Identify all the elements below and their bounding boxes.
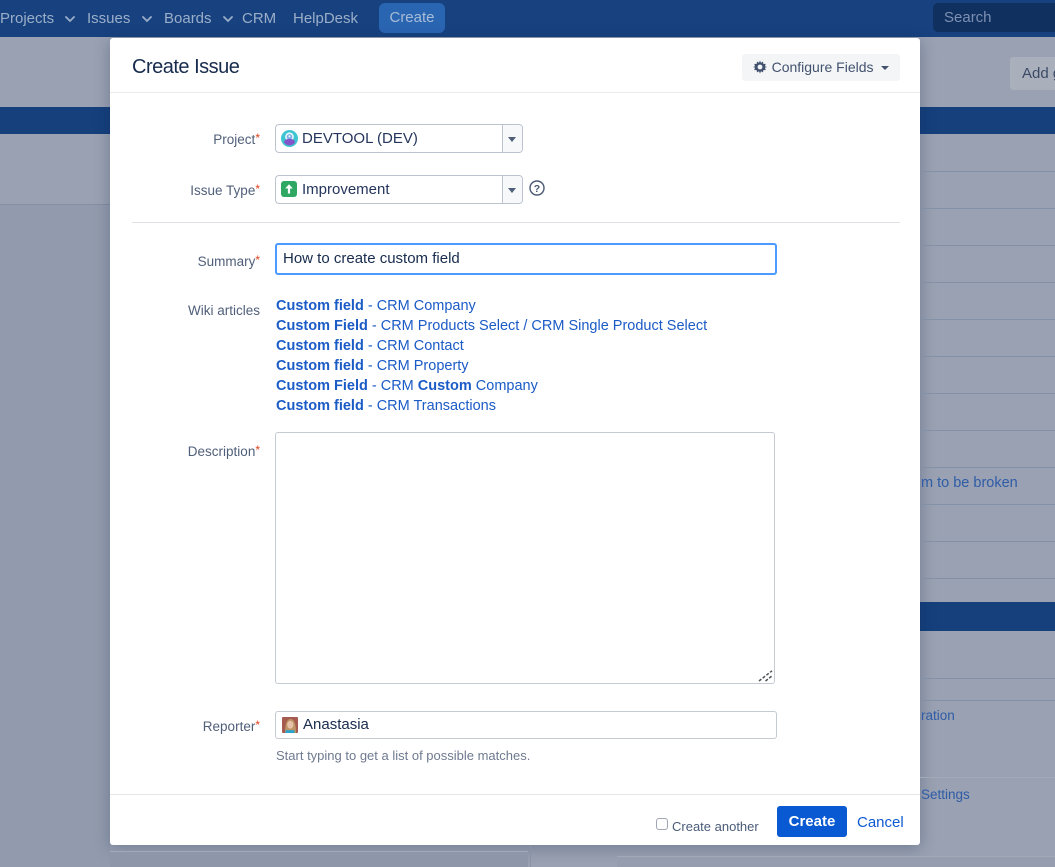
svg-text:?: ? bbox=[534, 183, 540, 195]
